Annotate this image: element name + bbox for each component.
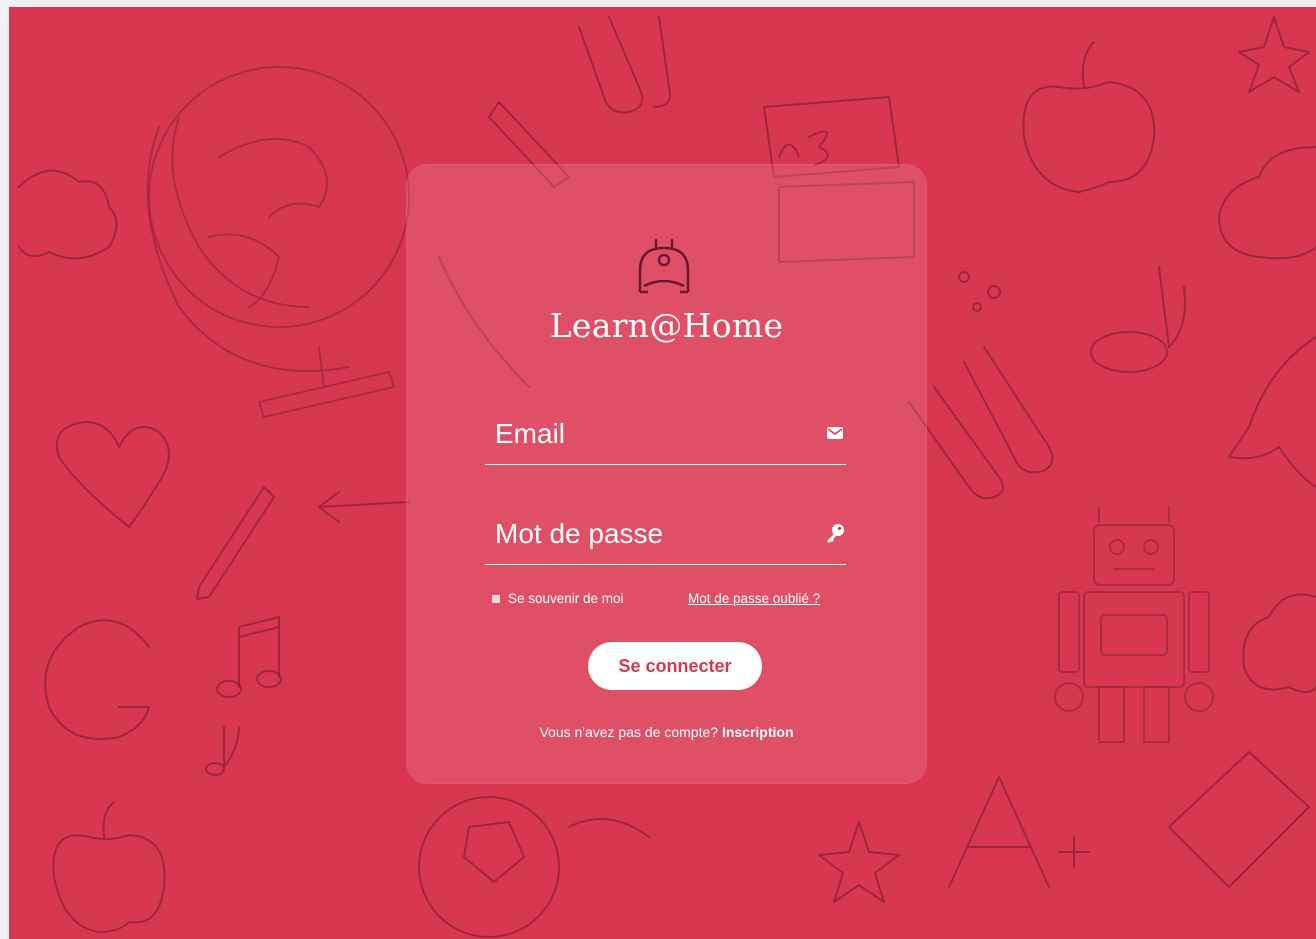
signup-link[interactable]: Inscription xyxy=(722,724,794,740)
login-options: Se souvenir de moi Mot de passe oublié ? xyxy=(492,591,842,611)
robot-helmet-icon xyxy=(638,238,690,294)
remember-checkbox[interactable] xyxy=(492,594,500,603)
apple-doodle xyxy=(52,834,166,933)
login-card: Learn@Home Email Mot de passe Se souveni… xyxy=(406,164,927,784)
a-plus-doodle xyxy=(948,776,1050,888)
test-tube-doodle xyxy=(578,16,644,114)
brand-title: Learn@Home xyxy=(549,306,784,345)
music-note-doodle-2 xyxy=(1158,266,1186,348)
key-icon xyxy=(827,524,844,543)
email-field[interactable]: Email xyxy=(485,402,846,465)
apple-doodle-2 xyxy=(1022,81,1156,193)
music-note-doodle xyxy=(238,616,280,688)
envelope-icon xyxy=(827,427,843,439)
password-field[interactable]: Mot de passe xyxy=(485,502,846,565)
rocket-doodle xyxy=(1228,336,1316,488)
star-doodle xyxy=(1238,16,1310,93)
login-button[interactable]: Se connecter xyxy=(588,642,762,690)
globe-doodle xyxy=(146,66,410,418)
remember-label: Se souvenir de moi xyxy=(508,591,624,606)
password-label: Mot de passe xyxy=(495,518,664,549)
abc-book-doodle-2 xyxy=(1168,751,1310,888)
heart-doodle xyxy=(55,421,170,528)
signup-text: Vous n'avez pas de compte? xyxy=(539,724,719,740)
cloud-doodle xyxy=(18,169,118,260)
forgot-password-link[interactable]: Mot de passe oublié ? xyxy=(688,591,820,606)
page-background: Learn@Home Email Mot de passe Se souveni… xyxy=(9,7,1316,939)
cloud-doodle-2 xyxy=(1218,146,1316,260)
remember-me[interactable]: Se souvenir de moi xyxy=(492,591,624,606)
arrow-doodle xyxy=(318,491,410,523)
soccer-ball-doodle xyxy=(418,796,560,938)
pencil-doodle xyxy=(196,486,275,600)
robot-doodle xyxy=(1054,506,1214,743)
signup-prompt: Vous n'avez pas de compte? Inscription xyxy=(406,724,927,740)
letter-g-doodle xyxy=(44,619,150,740)
email-label: Email xyxy=(495,418,566,449)
